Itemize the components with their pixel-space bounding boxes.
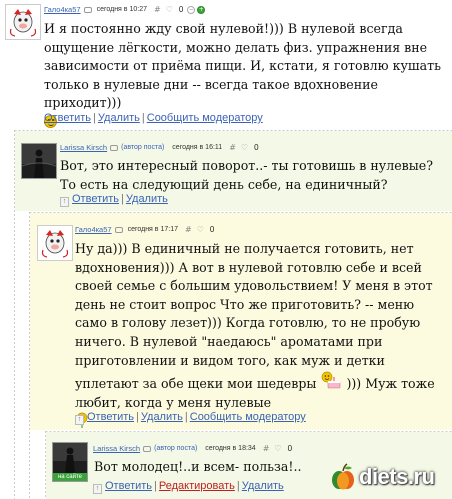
- comment-text-before: Ну да))) В единичный не получается готов…: [75, 241, 433, 392]
- cake-emoticon-icon: [320, 370, 342, 390]
- avatar[interactable]: [21, 143, 57, 179]
- cartoon-cow-avatar-icon: [6, 5, 40, 39]
- report-moderator-link[interactable]: Сообщить модератору: [190, 411, 306, 423]
- report-moderator-link[interactable]: Сообщить модератору: [147, 112, 263, 124]
- reply-link[interactable]: Ответить: [44, 112, 91, 124]
- comment-header: Larissa Kirsch (автор поста) сегодня в 1…: [60, 143, 263, 152]
- rating-score: 0: [209, 225, 215, 234]
- message-icon[interactable]: [110, 144, 119, 151]
- edit-link[interactable]: Редактировать: [159, 480, 235, 492]
- heart-icon[interactable]: ♡: [274, 444, 281, 453]
- silhouette-photo-avatar-icon: [53, 443, 87, 473]
- rating-score: 0: [178, 5, 184, 14]
- watermark-text: diets.ru: [359, 464, 435, 489]
- silhouette-photo-avatar-icon: [21, 144, 57, 178]
- permalink-hash[interactable]: #: [229, 143, 236, 152]
- rating-score: 0: [287, 444, 293, 453]
- comment-text-content: И я постоянно жду свой нулевой!))) В нул…: [44, 21, 441, 110]
- rating-score: 0: [254, 143, 259, 152]
- comment-date: сегодня в 10:27: [96, 6, 147, 13]
- apple-logo-icon: [332, 463, 354, 490]
- author-link[interactable]: Larissa Kirsch: [60, 143, 107, 152]
- heart-icon[interactable]: ♡: [241, 143, 248, 152]
- comment-header: Гало4ка57 сегодня в 10:27 # ♡ 0 − +: [44, 5, 207, 14]
- avatar[interactable]: [37, 225, 73, 261]
- delete-link[interactable]: Удалить: [98, 112, 140, 124]
- comment-header: Гало4ка57 сегодня в 17:17 # ♡ 0: [75, 225, 218, 234]
- comment-date: сегодня в 16:11: [172, 144, 223, 151]
- comment-2: Larissa Kirsch (автор поста) сегодня в 1…: [15, 131, 452, 211]
- author-link[interactable]: Larissa Kirsch: [93, 444, 140, 453]
- comment-1: Гало4ка57 сегодня в 10:27 # ♡ 0 − + И я …: [0, 0, 452, 130]
- comment-text: Вот молодец!..и всем- польза!..: [94, 459, 302, 474]
- diets-watermark: diets.ru: [330, 458, 450, 496]
- comment-header: Larissa Kirsch (автор поста) сегодня в 1…: [93, 444, 296, 453]
- delete-link[interactable]: Удалить: [141, 411, 183, 423]
- comment-actions: ↑ Ответить | Редактировать | Удалить: [93, 480, 284, 494]
- reply-link[interactable]: Ответить: [105, 480, 152, 492]
- comment-actions: Ответить | Удалить | Сообщить модератору: [44, 112, 263, 124]
- up-arrow-icon[interactable]: ↑: [60, 197, 69, 207]
- message-icon[interactable]: [143, 445, 152, 452]
- author-link[interactable]: Гало4ка57: [75, 225, 112, 234]
- up-arrow-icon[interactable]: ↑: [93, 484, 102, 494]
- comment-date: сегодня в 18:34: [205, 445, 256, 452]
- permalink-hash[interactable]: #: [154, 5, 161, 14]
- permalink-hash[interactable]: #: [263, 444, 270, 453]
- vote-plus-button[interactable]: +: [197, 5, 206, 14]
- heart-icon[interactable]: ♡: [166, 5, 173, 14]
- heart-icon[interactable]: ♡: [197, 225, 204, 234]
- message-icon[interactable]: [114, 226, 123, 233]
- post-author-badge: (автор поста): [154, 445, 198, 452]
- message-icon[interactable]: [83, 6, 92, 13]
- comment-date: сегодня в 17:17: [127, 226, 178, 233]
- delete-link[interactable]: Удалить: [126, 193, 168, 205]
- comment-actions: ↑ Ответить | Удалить | Сообщить модератору: [75, 411, 306, 425]
- online-status-badge: на сайте: [53, 473, 87, 481]
- avatar[interactable]: на сайте: [52, 442, 88, 482]
- post-author-badge: (автор поста): [121, 144, 165, 151]
- author-link[interactable]: Гало4ка57: [44, 5, 81, 14]
- up-arrow-icon[interactable]: ↑: [75, 415, 84, 425]
- comment-text: Ну да))) В единичный не получается готов…: [75, 240, 450, 431]
- reply-link[interactable]: Ответить: [87, 411, 134, 423]
- avatar[interactable]: [5, 4, 41, 40]
- delete-link[interactable]: Удалить: [242, 480, 284, 492]
- comment-3: Гало4ка57 сегодня в 17:17 # ♡ 0 Ну да)))…: [30, 213, 452, 430]
- permalink-hash[interactable]: #: [185, 225, 192, 234]
- vote-minus-button[interactable]: −: [187, 5, 196, 14]
- comment-text: Вот, это интересный поворот..- ты готови…: [60, 158, 433, 192]
- cartoon-cow-avatar-icon: [38, 226, 72, 260]
- reply-link[interactable]: Ответить: [72, 193, 119, 205]
- comment-actions: ↑ Ответить | Удалить: [60, 193, 168, 207]
